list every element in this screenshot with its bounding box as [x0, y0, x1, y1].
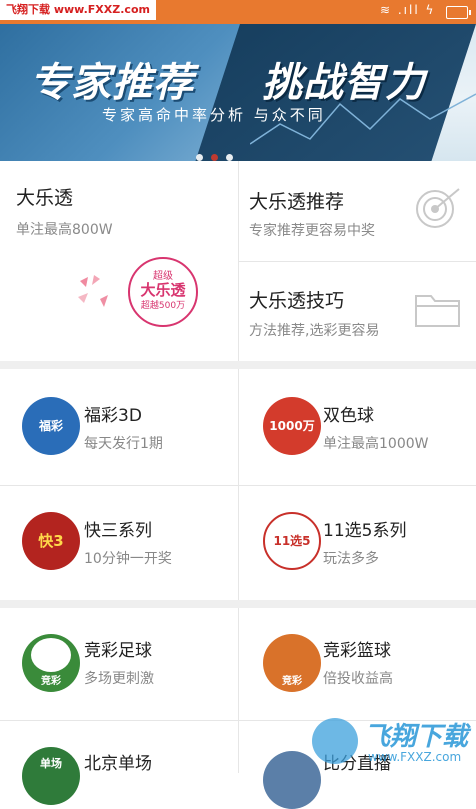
- fxxz-logo-icon: [312, 718, 358, 764]
- grid-row-2: 快3 快三系列 10分钟一开奖 11选5 11选5系列 玩法多多: [0, 486, 476, 600]
- danchang-logo: 单场: [22, 747, 80, 805]
- lottery-item-11xuan5[interactable]: 11选5 11选5系列 玩法多多: [239, 486, 476, 600]
- featured-title: 大乐透: [16, 187, 74, 209]
- logo-text: 单场: [40, 757, 62, 770]
- item-subtitle: 倍投收益高: [323, 671, 393, 687]
- item-title: 北京单场: [84, 754, 152, 774]
- grid-row-1: 福彩 福彩3D 每天发行1期 1000万 双色球 单注最高1000W: [0, 369, 476, 485]
- featured-subtitle: 单注最高800W: [16, 222, 113, 238]
- lottery-item-fucai3d[interactable]: 福彩 福彩3D 每天发行1期: [0, 369, 238, 485]
- card-daletou-tips[interactable]: 大乐透技巧 方法推荐,选彩更容易: [239, 262, 476, 361]
- section-separator: [0, 361, 476, 369]
- logo-text: 快3: [38, 532, 64, 550]
- kuaisan-logo: 快3: [22, 512, 80, 570]
- banner-subtitle: 专家高命中率分析 与众不同: [102, 106, 326, 124]
- featured-card-daletou[interactable]: 大乐透 单注最高800W 超级 大乐透 超越500万: [0, 161, 238, 361]
- item-title: 11选5系列: [323, 521, 407, 541]
- watermark-brand: 飞翔下载: [364, 722, 469, 752]
- item-title: 双色球: [323, 406, 374, 426]
- lottery-item-shuangseqiu[interactable]: 1000万 双色球 单注最高1000W: [239, 369, 476, 485]
- fucai3d-logo: 福彩: [22, 397, 80, 455]
- item-subtitle: 10分钟一开奖: [84, 551, 172, 567]
- item-title: 竞彩足球: [84, 641, 152, 661]
- status-bar: 飞翔下载 www.FXXZ.com ≋ .ıll ϟ: [0, 0, 476, 24]
- stamp-line1: 超级: [153, 271, 173, 282]
- lottery-item-jingcai-basketball[interactable]: 竞彩 竞彩篮球 倍投收益高: [239, 608, 476, 720]
- item-subtitle: 每天发行1期: [84, 436, 163, 452]
- item-title: 快三系列: [84, 521, 152, 541]
- logo-text: 1000万: [269, 419, 315, 433]
- item-subtitle: 单注最高1000W: [323, 436, 429, 452]
- football-icon: [31, 638, 71, 672]
- watermark-url: www.FXXZ.com: [368, 750, 462, 764]
- banner-headline-right: 挑战智力: [262, 60, 426, 106]
- logo-text: 11选5: [273, 534, 311, 548]
- grid-row-3: 竞彩 竞彩足球 多场更刺激 竞彩 竞彩篮球 倍投收益高: [0, 608, 476, 720]
- stamp-line2: 大乐透: [140, 281, 186, 299]
- item-subtitle: 多场更刺激: [84, 671, 154, 687]
- pager-dot[interactable]: [226, 154, 233, 161]
- target-icon: [416, 188, 460, 228]
- folder-icon: [415, 295, 460, 327]
- football-logo: 竞彩: [22, 634, 80, 692]
- item-subtitle: 玩法多多: [323, 551, 379, 567]
- card-subtitle: 方法推荐,选彩更容易: [249, 323, 380, 339]
- banner-pager[interactable]: [196, 146, 241, 161]
- card-title: 大乐透推荐: [249, 191, 345, 213]
- pager-dot[interactable]: [196, 154, 203, 161]
- item-title: 竞彩篮球: [323, 641, 391, 661]
- watermark-label: 飞翔下载 www.FXXZ.com: [0, 0, 156, 20]
- signal-icons: ≋ .ıll ϟ: [380, 3, 436, 17]
- logo-text: 竞彩: [282, 676, 302, 687]
- item-title: 福彩3D: [84, 406, 142, 426]
- confetti-icon: [78, 275, 108, 307]
- stamp-line3: 超越500万: [140, 301, 186, 311]
- battery-icon: [446, 6, 471, 19]
- section-separator: [0, 600, 476, 608]
- lottery-item-beijing-danchang[interactable]: 单场 北京单场: [0, 721, 238, 805]
- featured-section: 大乐透 单注最高800W 超级 大乐透 超越500万 大乐透推荐 专家推荐更容易…: [0, 161, 476, 361]
- logo-text: 竞彩: [41, 676, 61, 687]
- card-title: 大乐透技巧: [249, 290, 345, 312]
- lottery-item-kuaisan[interactable]: 快3 快三系列 10分钟一开奖: [0, 486, 238, 600]
- banner-headline-left: 专家推荐: [30, 60, 194, 106]
- card-daletou-recommend[interactable]: 大乐透推荐 专家推荐更容易中奖: [239, 161, 476, 261]
- basketball-logo: 竞彩: [263, 634, 321, 692]
- lottery-item-jingcai-football[interactable]: 竞彩 竞彩足球 多场更刺激: [0, 608, 238, 720]
- promo-banner[interactable]: 专家推荐 挑战智力 专家高命中率分析 与众不同: [0, 24, 476, 161]
- shuangseqiu-logo: 1000万: [263, 397, 321, 455]
- card-subtitle: 专家推荐更容易中奖: [249, 223, 375, 239]
- logo-text: 福彩: [38, 419, 63, 433]
- site-watermark: 飞翔下载 www.FXXZ.com: [312, 712, 476, 773]
- daletou-stamp-logo: 超级 大乐透 超越500万: [128, 257, 198, 327]
- pager-dot-active[interactable]: [211, 154, 218, 161]
- 11xuan5-logo: 11选5: [263, 512, 321, 570]
